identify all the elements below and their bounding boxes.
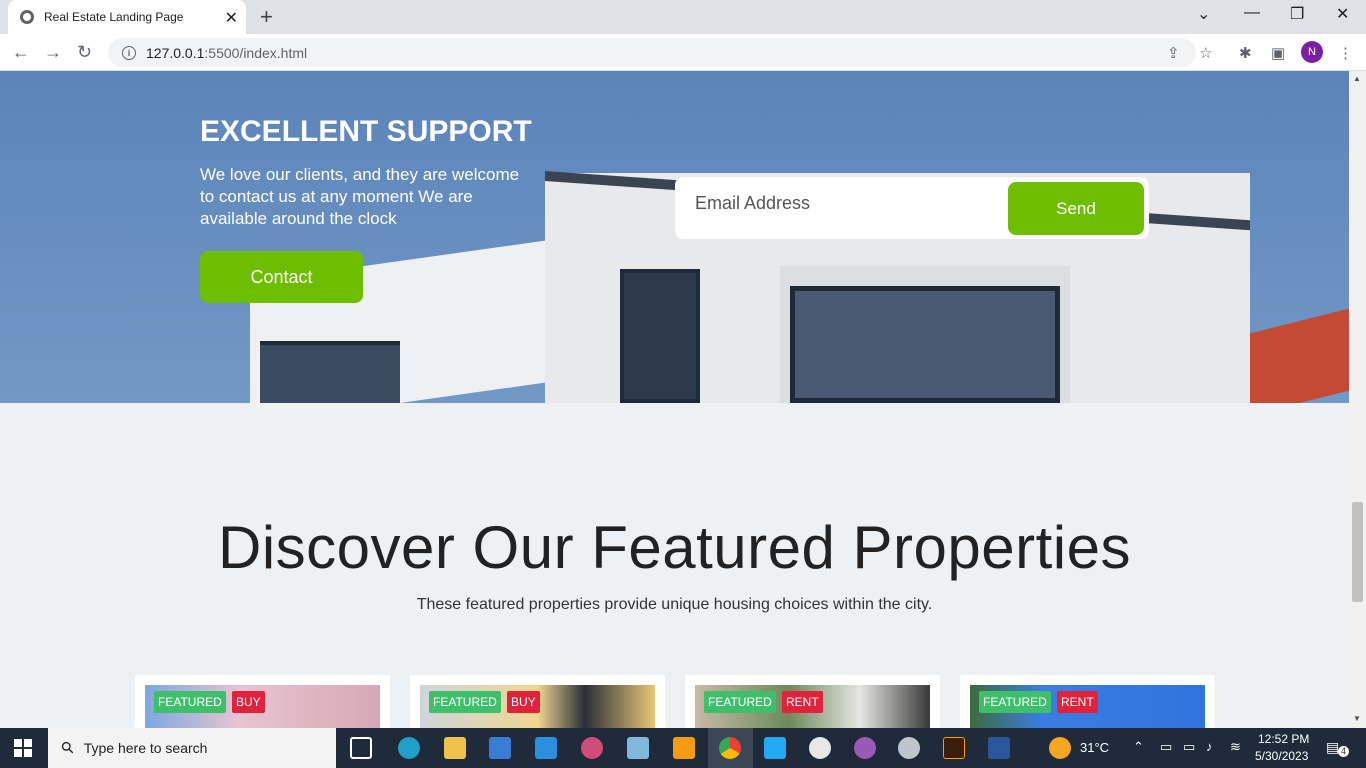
meet-icon[interactable]: ▭ (1160, 739, 1172, 755)
building-large-window (790, 286, 1060, 403)
edge-icon[interactable] (398, 737, 420, 759)
close-window-button[interactable]: ✕ (1336, 4, 1349, 24)
taskbar-search[interactable]: ⚲ Type here to search (48, 728, 336, 768)
battery-icon[interactable]: ▭ (1183, 739, 1195, 755)
tab-search-icon[interactable]: ⌄ (1197, 4, 1210, 24)
send-button[interactable]: Send (1008, 182, 1144, 235)
illustrator-icon[interactable] (943, 737, 965, 759)
notification-count: 4 (1338, 746, 1349, 757)
minimize-button[interactable]: — (1244, 4, 1260, 22)
wifi-icon[interactable]: ≋ (1230, 739, 1241, 755)
featured-badge: FEATURED (154, 691, 226, 713)
weather-temp[interactable]: 31°C (1080, 740, 1109, 755)
profile-avatar[interactable]: N (1301, 41, 1323, 63)
page-scrollbar[interactable] (1349, 71, 1366, 728)
volume-icon[interactable]: ♪ (1206, 739, 1213, 754)
featured-badge: FEATURED (979, 691, 1051, 713)
store-icon[interactable] (489, 737, 511, 759)
mail-icon[interactable] (535, 737, 557, 759)
buy-badge: BUY (232, 691, 265, 713)
featured-badge: FEATURED (704, 691, 776, 713)
snip-icon[interactable] (581, 737, 603, 759)
scroll-up-icon[interactable]: ▲ (1353, 74, 1361, 83)
property-card[interactable]: FEATURED RENT (960, 675, 1215, 728)
tray-chevron-icon[interactable]: ⌃ (1133, 739, 1144, 755)
email-input[interactable] (695, 193, 995, 214)
featured-badge: FEATURED (429, 691, 501, 713)
tab-strip: Real Estate Landing Page ✕ + ⌄ — ❐ ✕ (0, 0, 1366, 34)
globe-icon (20, 10, 34, 24)
extensions-icon[interactable]: ✱ (1239, 44, 1252, 62)
back-icon[interactable]: ← (12, 42, 30, 63)
scrollbar-thumb[interactable] (1352, 502, 1363, 602)
weather-icon[interactable] (1049, 737, 1071, 759)
search-placeholder: Type here to search (83, 740, 208, 756)
menu-kebab-icon[interactable]: ⋮ (1338, 44, 1353, 62)
contact-button[interactable]: Contact (200, 251, 363, 303)
share-icon[interactable]: ⇪ (1167, 44, 1180, 62)
support-title: EXCELLENT SUPPORT (200, 115, 532, 148)
task-view-icon[interactable] (350, 737, 372, 759)
property-card[interactable]: FEATURED BUY (135, 675, 390, 728)
address-bar-row: ← → ↻ i 127.0.0.1:5500/index.html ⇪ ☆ ✱ … (0, 34, 1366, 71)
featured-subtitle: These featured properties provide unique… (416, 596, 933, 613)
scroll-down-icon[interactable]: ▼ (1353, 714, 1361, 723)
support-text: We love our clients, and they are welcom… (200, 165, 520, 228)
property-card[interactable]: FEATURED RENT (685, 675, 940, 728)
new-tab-button[interactable]: + (260, 4, 273, 30)
rent-badge: RENT (1057, 691, 1098, 713)
reload-icon[interactable]: ↻ (77, 42, 92, 63)
clock-date[interactable]: 5/30/2023 (1255, 749, 1308, 763)
search-icon: ⚲ (58, 738, 79, 759)
red-roof (1250, 308, 1349, 403)
word-icon[interactable] (988, 737, 1010, 759)
browser-tab[interactable]: Real Estate Landing Page ✕ (8, 0, 246, 34)
side-panel-icon[interactable]: ▣ (1271, 44, 1285, 62)
clock-time[interactable]: 12:52 PM (1258, 732, 1309, 746)
omnibox[interactable]: i 127.0.0.1:5500/index.html (108, 38, 1196, 67)
bookmark-star-icon[interactable]: ☆ (1199, 44, 1212, 62)
email-form: Send (675, 177, 1149, 239)
windows-start-icon[interactable] (14, 739, 32, 757)
building-window (620, 269, 700, 403)
forward-icon[interactable]: → (44, 42, 62, 63)
building-lower-window (260, 341, 400, 403)
sublime-icon[interactable] (673, 737, 695, 759)
notepad-icon[interactable] (627, 737, 649, 759)
restore-button[interactable]: ❐ (1290, 4, 1304, 24)
windows-taskbar: ⚲ Type here to search 31°C ⌃ ▭ ▭ ♪ ≋ 12:… (0, 728, 1366, 768)
notification-icon[interactable]: ▤ (1326, 739, 1339, 756)
chrome-icon[interactable] (719, 737, 741, 759)
paint-icon[interactable] (898, 737, 920, 759)
slack-icon[interactable] (809, 737, 831, 759)
rent-badge: RENT (782, 691, 823, 713)
vscode-icon[interactable] (764, 737, 786, 759)
site-info-icon[interactable]: i (122, 45, 136, 60)
page-viewport: EXCELLENT SUPPORT We love our clients, a… (0, 71, 1349, 728)
support-hero: EXCELLENT SUPPORT We love our clients, a… (0, 71, 1349, 403)
github-icon[interactable] (854, 737, 876, 759)
featured-title: Discover Our Featured Properties (217, 514, 1131, 581)
property-card[interactable]: FEATURED BUY (410, 675, 665, 728)
url-text: 127.0.0.1:5500/index.html (146, 44, 308, 61)
file-explorer-icon[interactable] (444, 737, 466, 759)
close-tab-icon[interactable]: ✕ (225, 8, 238, 28)
tab-title: Real Estate Landing Page (44, 10, 184, 24)
buy-badge: BUY (507, 691, 540, 713)
